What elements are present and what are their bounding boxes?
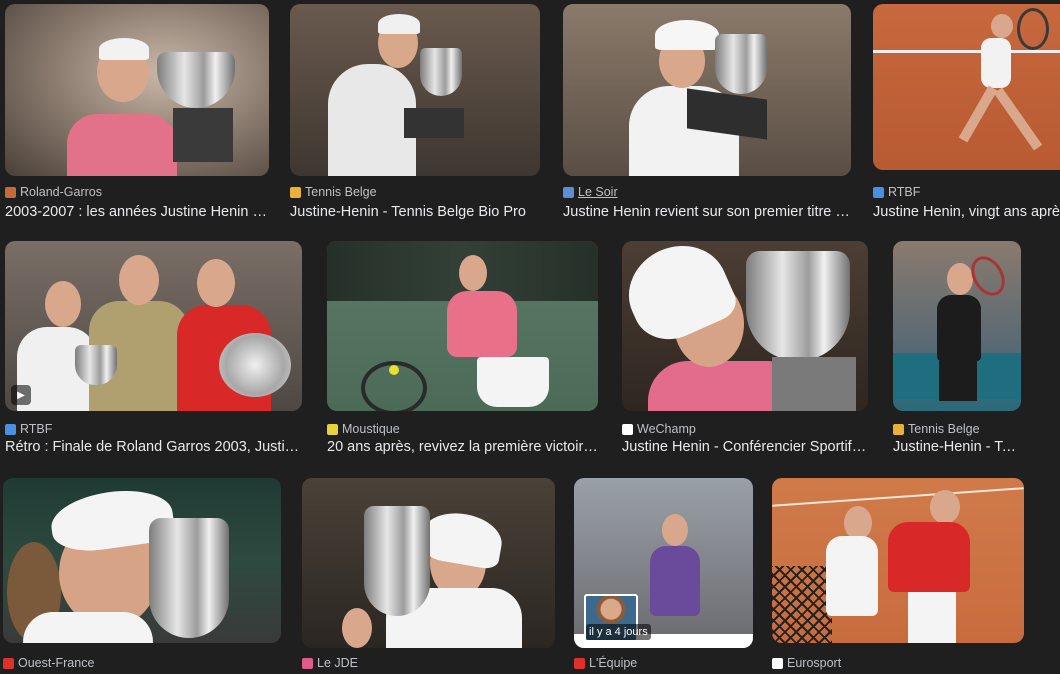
rtbf-favicon-icon — [873, 186, 884, 198]
result-image[interactable] — [893, 241, 1021, 411]
result-card[interactable]: il y a 4 jours L'Équipe — [574, 478, 753, 674]
result-title[interactable]: 2003-2007 : les années Justine Henin - .… — [5, 202, 269, 222]
result-source-name: Roland-Garros — [20, 185, 102, 199]
result-card[interactable]: Roland-Garros 2003-2007 : les années Jus… — [5, 4, 269, 222]
result-title[interactable]: 20 ans après, revivez la première victoi… — [327, 437, 598, 457]
result-source[interactable]: WeChamp — [622, 421, 696, 437]
result-source[interactable]: Roland-Garros — [5, 184, 102, 200]
result-source[interactable]: Le JDE — [302, 655, 358, 671]
ouest-france-favicon-icon — [3, 657, 14, 669]
result-image[interactable] — [327, 241, 598, 411]
result-image[interactable] — [772, 478, 1024, 643]
result-title[interactable]: Justine Henin revient sur son premier ti… — [563, 202, 851, 222]
video-play-icon[interactable]: ▶ — [11, 385, 31, 405]
timestamp-badge: il y a 4 jours — [586, 624, 651, 640]
wechamp-favicon-icon — [622, 423, 633, 435]
result-title[interactable]: Rétro : Finale de Roland Garros 2003, Ju… — [5, 437, 302, 457]
result-source-name: Tennis Belge — [305, 185, 377, 199]
result-image[interactable]: il y a 4 jours — [574, 478, 753, 648]
result-source[interactable]: Tennis Belge — [893, 421, 980, 437]
tennis-belge-favicon-icon — [290, 186, 301, 198]
result-source-name: Tennis Belge — [908, 422, 980, 436]
result-source-name: Moustique — [342, 422, 400, 436]
tennis-belge-favicon-icon — [893, 423, 904, 435]
result-card[interactable]: Le Soir Justine Henin revient sur son pr… — [563, 4, 851, 222]
result-title[interactable]: Justine-Henin - Tennis Belge Bio Pro — [290, 202, 540, 222]
result-card[interactable]: Moustique 20 ans après, revivez la premi… — [327, 241, 598, 459]
result-source-name: L'Équipe — [589, 656, 638, 670]
result-card[interactable]: Tennis Belge Justine-Henin - Tennis... — [893, 241, 1021, 459]
result-image[interactable] — [3, 478, 281, 643]
lequipe-favicon-icon — [574, 657, 585, 669]
le-soir-favicon-icon — [563, 186, 574, 198]
moustique-favicon-icon — [327, 423, 338, 435]
rtbf-favicon-icon — [5, 423, 16, 435]
result-card[interactable]: Tennis Belge Justine-Henin - Tennis Belg… — [290, 4, 540, 222]
result-source[interactable]: RTBF — [5, 421, 52, 437]
result-source-name: Ouest-France — [18, 656, 95, 670]
result-card[interactable]: Le JDE — [302, 478, 555, 674]
result-image[interactable] — [290, 4, 540, 176]
roland-garros-favicon-icon — [5, 186, 16, 198]
result-source[interactable]: Le Soir — [563, 184, 618, 200]
result-title[interactable]: Justine-Henin - Tennis... — [893, 437, 1021, 457]
result-image[interactable] — [622, 241, 868, 411]
result-card[interactable]: Eurosport — [772, 478, 1024, 674]
result-source[interactable]: Moustique — [327, 421, 400, 437]
result-image[interactable] — [302, 478, 555, 648]
result-card[interactable]: RTBF Justine Henin, vingt ans après — [873, 4, 1060, 222]
result-source[interactable]: RTBF — [873, 184, 920, 200]
result-card[interactable]: ▶ RTBF Rétro : Finale de Roland Garros 2… — [5, 241, 302, 459]
result-card[interactable]: WeChamp Justine Henin - Conférencier Spo… — [622, 241, 868, 459]
result-source[interactable]: Ouest-France — [3, 655, 94, 671]
result-source[interactable]: Eurosport — [772, 655, 841, 671]
result-image[interactable] — [5, 4, 269, 176]
result-image[interactable] — [873, 4, 1060, 170]
eurosport-favicon-icon — [772, 657, 783, 669]
result-title[interactable]: Justine Henin, vingt ans après — [873, 202, 1060, 222]
result-source-name: WeChamp — [637, 422, 696, 436]
result-image[interactable]: ▶ — [5, 241, 302, 411]
result-source[interactable]: L'Équipe — [574, 655, 637, 671]
result-source-name: RTBF — [888, 185, 921, 199]
result-source[interactable]: Tennis Belge — [290, 184, 377, 200]
result-source-name: RTBF — [20, 422, 53, 436]
result-source-name: Le Soir — [578, 185, 618, 199]
result-source-name: Le JDE — [317, 656, 358, 670]
result-title[interactable]: Justine Henin - Conférencier Sportif- ..… — [622, 437, 868, 457]
result-image[interactable] — [563, 4, 851, 176]
result-source-name: Eurosport — [787, 656, 842, 670]
le-jde-favicon-icon — [302, 657, 313, 669]
result-card[interactable]: Ouest-France — [3, 478, 281, 674]
